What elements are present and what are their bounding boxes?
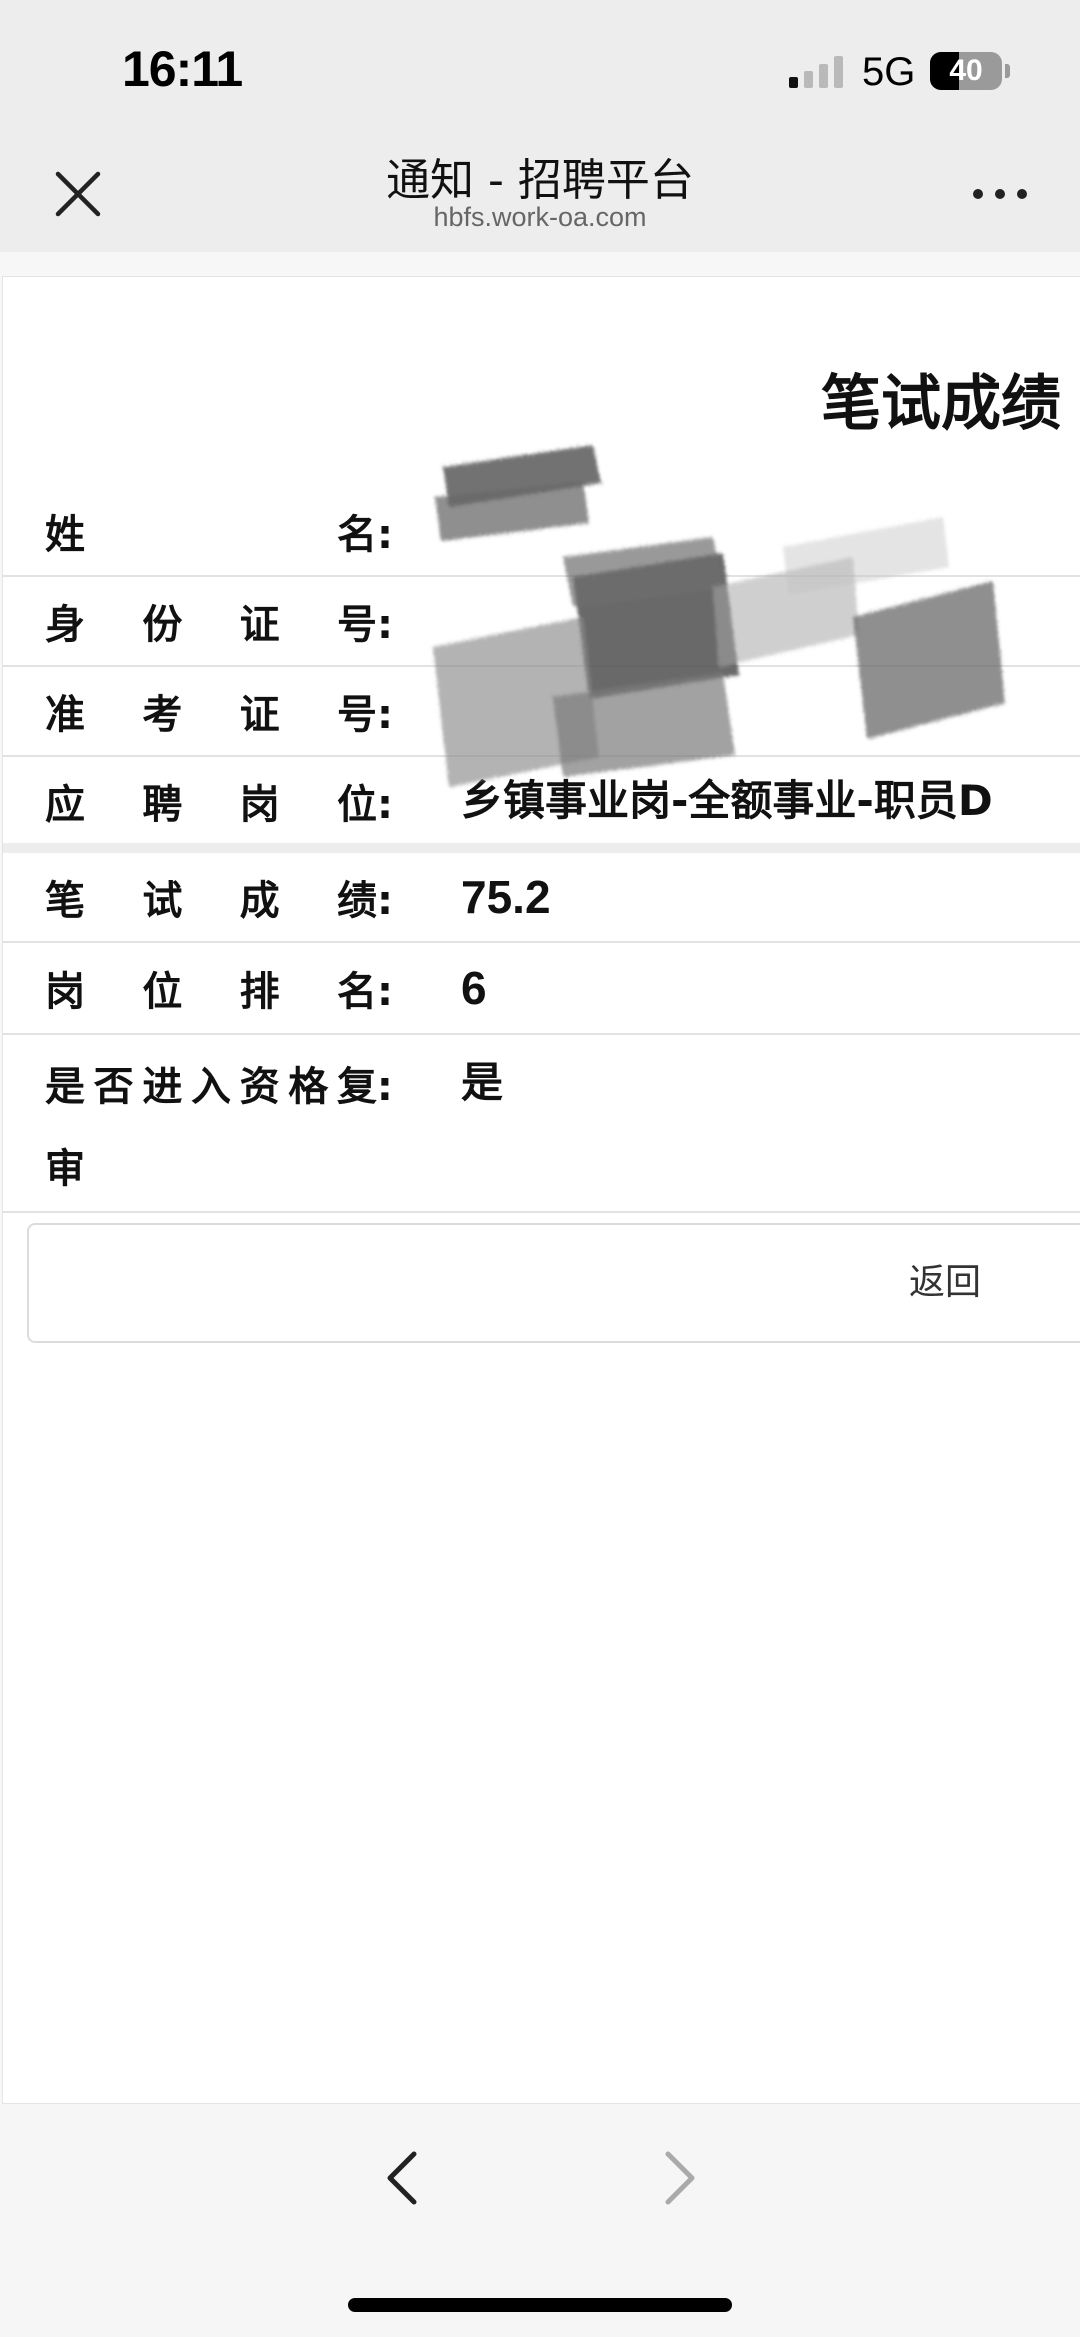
field-row-admission-number: 准 考 证 号: — [3, 667, 1080, 757]
home-indicator — [348, 2298, 732, 2312]
back-button-label: 返回 — [909, 1262, 982, 1303]
cellular-signal-icon — [789, 56, 845, 88]
field-value: 是 — [461, 1058, 504, 1107]
battery-icon: 40 — [930, 52, 1002, 90]
field-label: 身 份 证 号: — [45, 602, 393, 648]
chevron-right-icon[interactable] — [648, 2140, 712, 2216]
field-row-id-number: 身 份 证 号: — [3, 577, 1080, 667]
field-row-rank: 岗 位 排 名: 6 — [3, 943, 1080, 1035]
field-label: 姓 名: — [45, 512, 393, 558]
more-dots-icon[interactable] — [968, 166, 1032, 222]
status-time: 16:11 — [122, 41, 243, 97]
score-card: 笔试成绩 姓 名: 身 份 证 号: 准 考 证 号: 应 聘 岗 位: 乡镇事… — [2, 276, 1080, 2104]
status-bar: 16:11 5G 40 — [0, 0, 1080, 126]
battery-level: 40 — [949, 54, 983, 87]
battery-tip — [1005, 64, 1010, 78]
field-label: 准 考 证 号: — [45, 692, 393, 738]
field-value: 乡镇事业岗-全额事业-职员D — [461, 776, 993, 825]
nav-title: 通知 - 招聘平台 — [386, 155, 694, 206]
nav-bar: 通知 - 招聘平台 hbfs.work-oa.com — [0, 126, 1080, 252]
field-label-continued: 审 — [45, 1146, 85, 1192]
section-divider — [3, 843, 1080, 853]
field-row-name: 姓 名: — [3, 489, 1080, 577]
field-value: 6 — [461, 962, 487, 1014]
field-row-written-score: 笔 试 成 绩: 75.2 — [3, 853, 1080, 943]
field-label: 岗 位 排 名: — [45, 969, 393, 1015]
field-value: 75.2 — [461, 871, 551, 923]
network-type: 5G — [862, 50, 916, 94]
field-row-qualification-review: 是 否 进 入 资 格 复: 审 是 — [3, 1035, 1080, 1213]
nav-url: hbfs.work-oa.com — [433, 202, 647, 232]
page-title: 笔试成绩 — [821, 369, 1061, 439]
field-row-position: 应 聘 岗 位: 乡镇事业岗-全额事业-职员D — [3, 757, 1080, 843]
web-content: 笔试成绩 姓 名: 身 份 证 号: 准 考 证 号: 应 聘 岗 位: 乡镇事… — [0, 252, 1080, 2104]
field-label: 应 聘 岗 位: — [45, 782, 393, 828]
field-label: 笔 试 成 绩: — [45, 878, 393, 924]
back-button[interactable]: 返回 — [27, 1223, 1080, 1343]
chevron-left-icon[interactable] — [370, 2140, 434, 2216]
field-label: 是 否 进 入 资 格 复: — [45, 1064, 393, 1110]
